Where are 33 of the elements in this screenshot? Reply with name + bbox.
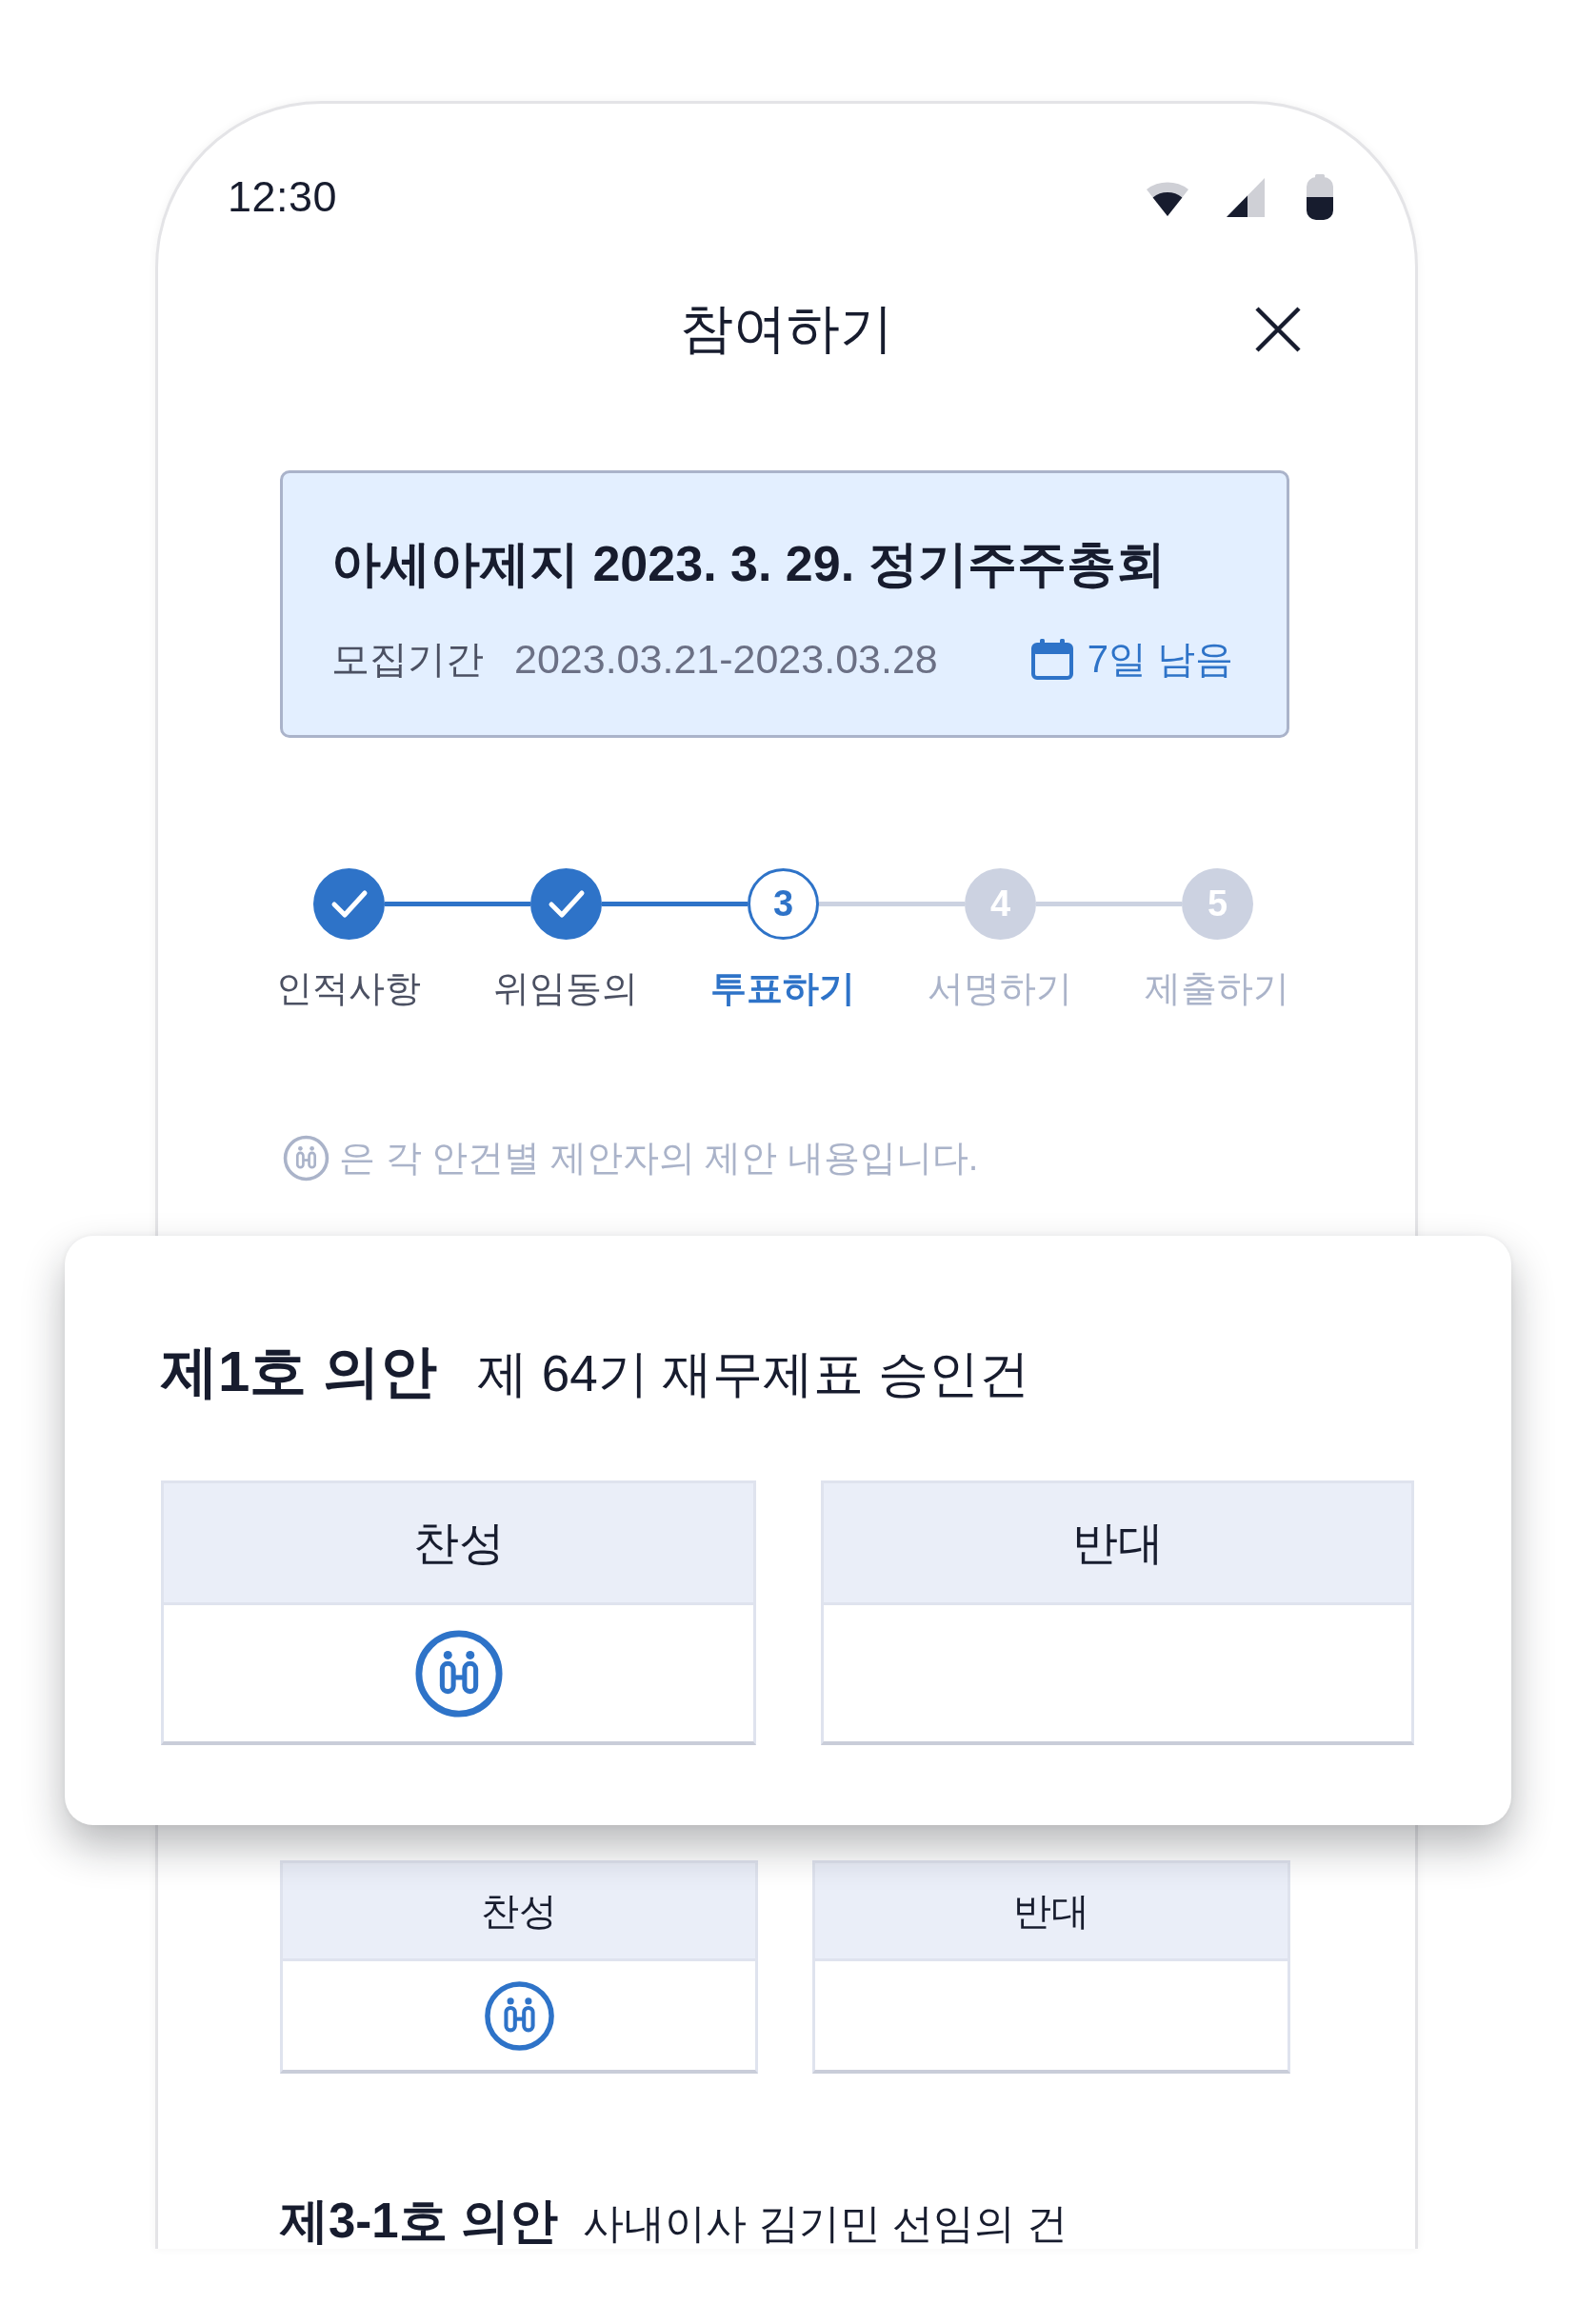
status-time: 12:30 (228, 172, 338, 222)
agenda-title: 사내이사 김기민 선임의 건 (582, 2199, 1068, 2248)
agenda-title: 제 64기 재무제표 승인건 (477, 1344, 1030, 1403)
battery-icon (1307, 174, 1333, 220)
screen-title: 참여하기 (680, 297, 893, 360)
step-label: 투표하기 (710, 967, 855, 1010)
step-label: 인적사항 (276, 967, 421, 1010)
step-number: 3 (748, 868, 819, 940)
option-header: 반대 (815, 1863, 1288, 1961)
option-header: 찬성 (283, 1863, 755, 1961)
vote-option[interactable]: 반대 (821, 1480, 1414, 1745)
people-icon (413, 1628, 504, 1718)
signal-icon (1227, 177, 1265, 217)
days-remaining: 7일 남음 (1087, 636, 1233, 682)
period-dates: 2023.03.21-2023.03.28 (514, 635, 938, 683)
people-icon (483, 1979, 555, 2052)
note-text: 은 각 안건별 제안자의 제안 내용입니다. (339, 1137, 979, 1180)
agenda-number: 제3-1호 의안 (280, 2195, 558, 2248)
option-header: 반대 (824, 1483, 1411, 1605)
agenda-number: 제1호 의안 (161, 1339, 438, 1405)
period-label: 모집기간 (331, 636, 484, 682)
vote-option[interactable]: 찬성 (280, 1860, 758, 2074)
close-icon (1254, 306, 1302, 353)
option-header: 찬성 (164, 1483, 753, 1605)
step-label: 위임동의 (493, 967, 638, 1010)
people-icon (283, 1135, 329, 1182)
vote-option[interactable]: 반대 (812, 1860, 1290, 2074)
close-button[interactable] (1254, 306, 1302, 353)
calendar-icon (1029, 637, 1074, 681)
step-label: 제출하기 (1145, 967, 1289, 1010)
vote-option[interactable]: 찬성 (161, 1480, 756, 1745)
meeting-title: 아세아제지 2023. 3. 29. 정기주주총회 (331, 535, 1167, 593)
step-label: 서명하기 (928, 967, 1072, 1010)
